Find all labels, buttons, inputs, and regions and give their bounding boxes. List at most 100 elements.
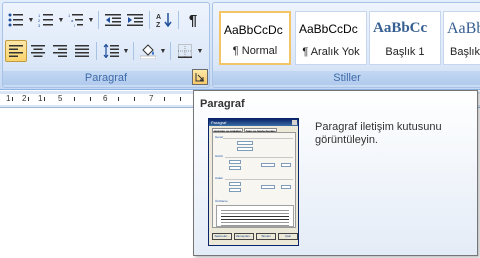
style-sample: AaBbCcDc <box>224 23 283 37</box>
dialog-launcher-icon <box>195 73 204 82</box>
thumbnail-field <box>229 182 241 186</box>
numbering-icon: 1 2 3 <box>38 13 53 27</box>
style-normal[interactable]: AaBbCcDc ¶ Normal <box>219 11 291 65</box>
paragraph-tooltip: Paragraf Paragraf Girintiler ve Aralıkla… <box>193 90 478 256</box>
sort-icon: A Z <box>156 13 172 28</box>
paragraph-group: ▼ 1 2 3 ▼ 1 a i ▼ A Z ¶ ▼ ▼ ▼ Paragraf <box>2 2 210 88</box>
pilcrow-icon: ¶ <box>188 11 198 29</box>
bullets-dropdown[interactable]: ▼ <box>27 9 35 31</box>
thumbnail-button: Varsayılan... <box>234 233 254 240</box>
style-sample: AaBbCc <box>373 20 428 36</box>
separator <box>149 11 150 29</box>
align-left-icon <box>9 45 23 57</box>
style-title[interactable]: AaBbCc Başlık <box>443 11 480 65</box>
thumbnail-field <box>229 188 241 192</box>
thumbnail-field <box>281 185 291 189</box>
svg-text:A: A <box>156 14 161 21</box>
thumbnail-panel: Genel Girinti Aralık Önizleme <box>212 132 296 228</box>
ruler-tick <box>44 97 45 101</box>
separator <box>178 11 179 29</box>
borders-icon <box>178 44 192 58</box>
decrease-indent-button[interactable] <box>102 9 124 31</box>
thumbnail-button: Tamam <box>256 233 276 240</box>
separator <box>96 42 97 60</box>
thumbnail-divider <box>225 157 293 158</box>
separator <box>170 42 171 60</box>
align-right-icon <box>53 45 67 57</box>
thumbnail-divider <box>225 179 293 180</box>
tooltip-title: Paragraf <box>200 98 245 110</box>
sort-button[interactable]: A Z <box>153 9 175 31</box>
svg-text:i: i <box>74 23 75 27</box>
thumbnail-field <box>261 163 275 167</box>
style-name: ¶ Aralık Yok <box>302 46 360 58</box>
ruler-tick <box>164 97 165 101</box>
tooltip-description: Paragraf iletişim kutusunu görüntüleyin. <box>315 121 442 146</box>
thumbnail-section: Aralık <box>215 176 223 180</box>
align-right-button[interactable] <box>49 40 71 62</box>
thumbnail-section: Girinti <box>215 154 223 158</box>
increase-indent-button[interactable] <box>124 9 146 31</box>
align-center-icon <box>31 45 45 57</box>
thumbnail-close-icon <box>292 120 297 125</box>
borders-button[interactable] <box>174 40 196 62</box>
thumbnail-button: İptal <box>278 233 298 240</box>
thumbnail-field <box>237 141 253 145</box>
line-spacing-icon <box>103 44 119 58</box>
paragraph-group-label: Paragraf <box>3 71 209 85</box>
style-name: ¶ Normal <box>232 45 278 57</box>
style-heading-1[interactable]: AaBbCc Başlık 1 <box>369 11 441 65</box>
style-name: Başlık 1 <box>385 46 425 58</box>
paragraph-row-1: ▼ 1 2 3 ▼ 1 a i ▼ A Z ¶ <box>5 9 204 31</box>
align-left-button[interactable] <box>5 40 27 62</box>
shading-icon <box>140 44 156 59</box>
ribbon: ▼ 1 2 3 ▼ 1 a i ▼ A Z ¶ ▼ ▼ ▼ Paragraf A… <box>0 0 480 90</box>
ruler-number: 6 <box>103 94 108 103</box>
ruler-number: 2 <box>22 94 27 103</box>
separator <box>133 42 134 60</box>
ruler-tick <box>28 97 29 101</box>
shading-button[interactable] <box>137 40 159 62</box>
ruler-number: 1 <box>6 94 11 103</box>
show-marks-button[interactable]: ¶ <box>182 9 204 31</box>
style-sample: AaBbCc <box>447 20 480 37</box>
shading-dropdown[interactable]: ▼ <box>159 40 167 62</box>
svg-text:Z: Z <box>156 22 161 28</box>
paragraph-row-2: ▼ ▼ ▼ <box>5 40 204 62</box>
ruler-tick <box>12 97 13 101</box>
thumbnail-preview <box>216 205 294 227</box>
align-center-button[interactable] <box>27 40 49 62</box>
bullets-icon <box>8 13 23 27</box>
style-no-spacing[interactable]: AaBbCcDc ¶ Aralık Yok <box>295 11 367 65</box>
thumbnail-field <box>229 166 241 170</box>
ruler-tick <box>134 97 135 101</box>
multilevel-list-button[interactable]: 1 a i <box>65 9 87 31</box>
borders-dropdown[interactable]: ▼ <box>196 40 204 62</box>
svg-text:3: 3 <box>38 23 41 27</box>
thumbnail-field <box>229 160 241 164</box>
ruler-tick <box>180 97 181 101</box>
separator <box>98 11 99 29</box>
justify-icon <box>75 45 89 57</box>
thumbnail-titlebar: Paragraf <box>209 119 298 126</box>
increase-indent-icon <box>127 14 143 26</box>
paragraph-dialog-launcher[interactable] <box>192 69 208 85</box>
style-sample: AaBbCcDc <box>299 22 358 36</box>
thumbnail-field <box>261 185 275 189</box>
multilevel-dropdown[interactable]: ▼ <box>87 9 95 31</box>
line-spacing-button[interactable] <box>100 40 122 62</box>
thumbnail-field <box>281 163 291 167</box>
bullets-button[interactable] <box>5 9 27 31</box>
styles-group: AaBbCcDc ¶ Normal AaBbCcDc ¶ Aralık Yok … <box>212 2 480 88</box>
multilevel-list-icon: 1 a i <box>68 13 83 27</box>
numbering-dropdown[interactable]: ▼ <box>57 9 65 31</box>
line-spacing-dropdown[interactable]: ▼ <box>122 40 130 62</box>
styles-group-label: Stiller <box>213 71 480 85</box>
thumbnail-button: Sekmeler... <box>212 233 232 240</box>
thumbnail-divider <box>223 138 293 139</box>
paragraph-dialog-thumbnail: Paragraf Girintiler ve Aralıklar Satır v… <box>208 118 299 246</box>
justify-button[interactable] <box>71 40 93 62</box>
ruler-tick <box>90 97 91 101</box>
numbering-button[interactable]: 1 2 3 <box>35 9 57 31</box>
decrease-indent-icon <box>105 14 121 26</box>
